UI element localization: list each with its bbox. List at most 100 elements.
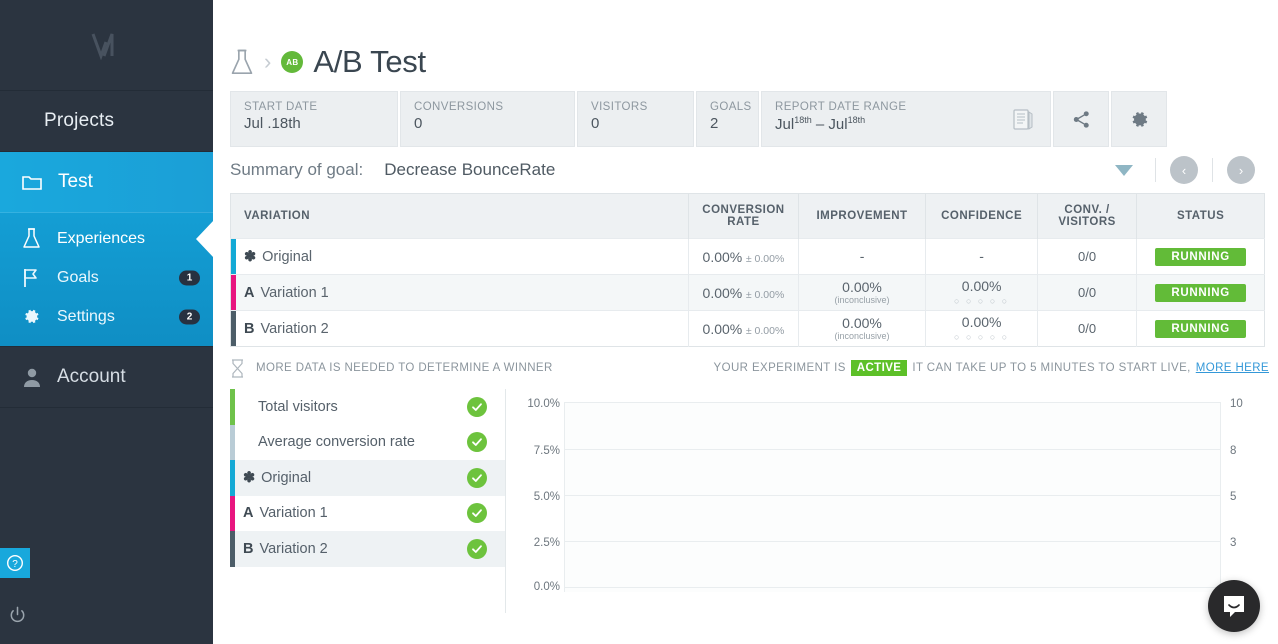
- status-badge: RUNNING: [1155, 320, 1246, 338]
- cell-improvement: -: [798, 239, 926, 275]
- conversion-rate-value: 0.00%: [703, 321, 743, 337]
- conversion-rate-value: 0.00%: [703, 249, 743, 265]
- active-indicator-arrow-icon: [196, 220, 214, 258]
- legend-label: Average conversion rate: [258, 434, 415, 450]
- stat-goals-key: GOALS: [710, 101, 758, 113]
- prev-goal-button[interactable]: ‹: [1170, 156, 1198, 184]
- check-circle-icon[interactable]: [467, 468, 487, 488]
- sidebar-item-test[interactable]: Test: [0, 152, 213, 213]
- variation-name: Variation 2: [260, 321, 328, 337]
- report-date-range[interactable]: REPORT DATE RANGE Jul18th – Jul18th: [761, 91, 1051, 147]
- sidebar-item-goals[interactable]: Goals 1: [0, 258, 213, 297]
- power-icon: [8, 606, 27, 625]
- summary-controls: ‹ ›: [1093, 156, 1269, 184]
- row-variation-1[interactable]: A Variation 1: [231, 275, 689, 311]
- legend-item-average-conversion-rate[interactable]: Average conversion rate: [230, 425, 505, 461]
- check-circle-icon[interactable]: [467, 539, 487, 559]
- y-tick-left: 10.0%: [527, 398, 560, 410]
- share-icon: [1072, 110, 1091, 129]
- intercom-chat-button[interactable]: [1208, 580, 1260, 632]
- legend-item-variation-2[interactable]: BVariation 2: [230, 531, 505, 567]
- flask-icon: [230, 49, 254, 76]
- table-row: AVariation 1 0.00% ± 0.00% 0.00% (inconc…: [231, 275, 1265, 311]
- caret-down-icon[interactable]: [1115, 165, 1133, 176]
- check-circle-icon[interactable]: [467, 432, 487, 452]
- share-button[interactable]: [1053, 91, 1109, 147]
- results-table-body: ✽Original 0.00% ± 0.00% - - 0/0 RUNNING: [231, 239, 1265, 347]
- confidence-dots: ○ ○ ○ ○ ○: [930, 332, 1033, 342]
- confidence-dots: ○ ○ ○ ○ ○: [930, 296, 1033, 306]
- stat-start-date-value: Jul .18th: [244, 115, 397, 132]
- legend-item-total-visitors[interactable]: Total visitors: [230, 389, 505, 425]
- y-tick-right: 5: [1230, 491, 1236, 503]
- col-conversion-rate-label: CONVERSION RATE: [702, 204, 784, 228]
- col-confidence[interactable]: CONFIDENCE: [926, 194, 1038, 239]
- chart-section: Total visitors Average conversion rate ✽…: [230, 389, 1278, 613]
- y-tick-right: 10: [1230, 398, 1243, 410]
- cell-confidence: 0.00% ○ ○ ○ ○ ○: [926, 311, 1038, 347]
- sidebar-footer: ?: [0, 548, 213, 644]
- y-tick-left: 5.0%: [534, 491, 560, 503]
- row-variation-2[interactable]: BVariation 2: [231, 311, 689, 347]
- help-button[interactable]: ?: [0, 548, 30, 578]
- cell-conv-visitors: 0/0: [1037, 311, 1136, 347]
- date-from-month: Jul: [775, 116, 794, 133]
- chart[interactable]: 10.0% 7.5% 5.0% 2.5% 0.0% 10 8 5 3: [506, 389, 1278, 613]
- variation-color-bar: [231, 275, 236, 310]
- col-variation[interactable]: VARIATION: [231, 194, 689, 239]
- cell-improvement: 0.00% (inconclusive): [798, 275, 926, 311]
- variation-key: A: [244, 285, 254, 301]
- stat-visitors-value: 0: [591, 115, 693, 132]
- summary-goal-value[interactable]: Decrease BounceRate: [384, 160, 555, 180]
- legend-item-variation-1[interactable]: AVariation 1: [230, 496, 505, 532]
- sidebar-badge-settings: 2: [179, 309, 200, 324]
- cell-status: RUNNING: [1137, 275, 1265, 311]
- sidebar-item-test-label: Test: [58, 171, 93, 193]
- row-variation-original[interactable]: ✽Original: [231, 239, 689, 275]
- logout-button[interactable]: [2, 600, 32, 630]
- hourglass-icon: [230, 359, 245, 378]
- legend-label: Variation 1: [259, 505, 327, 521]
- date-to-month: Jul: [828, 116, 847, 133]
- check-circle-icon[interactable]: [467, 397, 487, 417]
- experiment-active-pill: ACTIVE: [851, 360, 908, 376]
- projects-label: Projects: [44, 110, 114, 132]
- sidebar-item-settings[interactable]: Settings 2: [0, 297, 213, 336]
- more-here-link[interactable]: MORE HERE: [1196, 362, 1269, 374]
- check-circle-icon[interactable]: [467, 503, 487, 523]
- col-improvement[interactable]: IMPROVEMENT: [798, 194, 926, 239]
- gridline: [565, 541, 1220, 542]
- y-tick-right: 8: [1230, 445, 1236, 457]
- col-status[interactable]: STATUS: [1137, 194, 1265, 239]
- sidebar-item-experiences-label: Experiences: [57, 230, 145, 248]
- col-conv-visitors[interactable]: CONV. / VISITORS: [1037, 194, 1136, 239]
- divider: [1212, 158, 1213, 182]
- flask-icon: [22, 228, 41, 249]
- table-row: BVariation 2 0.00% ± 0.00% 0.00% (inconc…: [231, 311, 1265, 347]
- experiment-type-badge: AB: [281, 51, 303, 73]
- page-header: › AB A/B Test: [213, 0, 1278, 91]
- cell-conv-visitors: 0/0: [1037, 239, 1136, 275]
- sidebar-item-account[interactable]: Account: [0, 346, 213, 408]
- cell-confidence: -: [926, 239, 1038, 275]
- conversion-rate-margin: ± 0.00%: [746, 253, 784, 265]
- logo[interactable]: [0, 0, 213, 91]
- legend-item-original[interactable]: ✽Original: [230, 460, 505, 496]
- legend-color-bar: [230, 425, 235, 461]
- experiment-settings-button[interactable]: [1111, 91, 1167, 147]
- gridline: [565, 449, 1220, 450]
- variation-name: Variation 1: [260, 285, 328, 301]
- cell-status: RUNNING: [1137, 239, 1265, 275]
- improvement-note: (inconclusive): [803, 331, 922, 341]
- gear-icon: [1129, 109, 1150, 130]
- next-goal-button[interactable]: ›: [1227, 156, 1255, 184]
- stat-goals: GOALS 2: [696, 91, 759, 147]
- cell-confidence: 0.00% ○ ○ ○ ○ ○: [926, 275, 1038, 311]
- conversion-rate-margin: ± 0.00%: [746, 325, 784, 337]
- projects-header[interactable]: Projects: [0, 91, 213, 152]
- legend-color-bar: [230, 496, 235, 532]
- legend-key: ✽: [243, 470, 255, 486]
- conversion-rate-margin: ± 0.00%: [746, 289, 784, 301]
- col-conversion-rate[interactable]: CONVERSION RATE: [689, 194, 798, 239]
- sidebar-item-experiences[interactable]: Experiences: [0, 219, 213, 258]
